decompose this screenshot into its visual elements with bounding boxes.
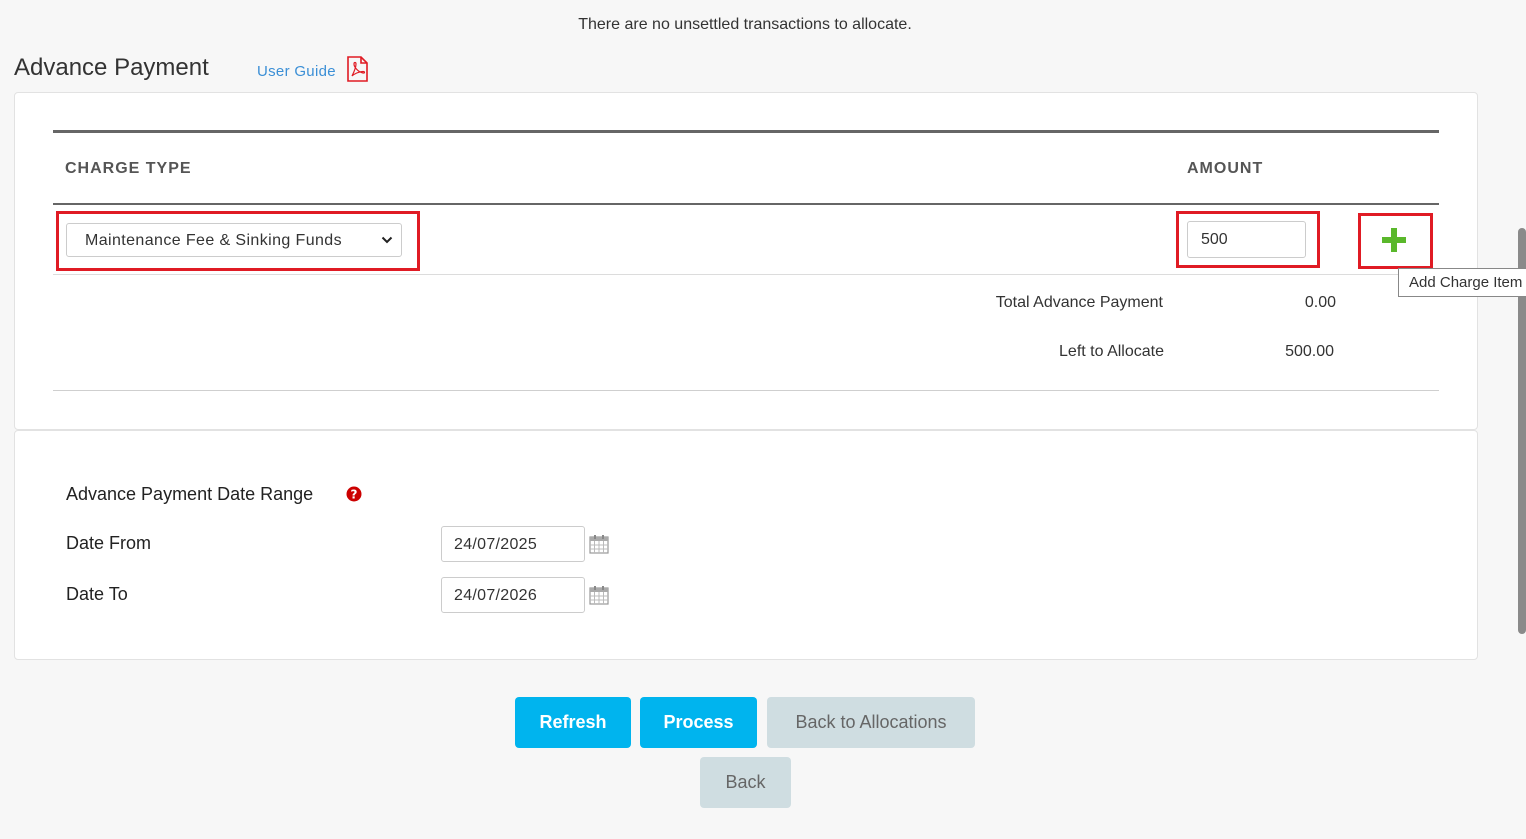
user-guide-link[interactable]: User Guide [257,63,336,80]
date-range-label: Advance Payment Date Range [66,484,314,504]
table-top-border [53,130,1439,133]
charge-type-select[interactable]: Maintenance Fee & Sinking Funds [66,223,402,257]
date-to-input[interactable]: 24/07/2026 [441,577,585,613]
row-divider [53,274,1439,275]
total-advance-payment-label: Total Advance Payment [995,294,1163,311]
back-to-allocations-button[interactable]: Back to Allocations [767,697,975,748]
no-transactions-notice: There are no unsettled transactions to a… [578,16,912,33]
amount-header: AMOUNT [1187,160,1264,177]
left-to-allocate-value: 500.00 [1285,343,1334,360]
add-charge-item-button[interactable] [1381,227,1407,253]
date-to-label: Date To [66,584,128,604]
page-title: Advance Payment [14,54,209,81]
date-from-input[interactable]: 24/07/2025 [441,526,585,562]
calendar-icon[interactable] [589,534,609,554]
help-icon[interactable]: ? [346,486,362,502]
total-advance-payment-value: 0.00 [1304,294,1336,311]
calendar-icon[interactable] [589,585,609,605]
process-button[interactable]: Process [640,697,757,748]
charge-items-panel: CHARGE TYPE AMOUNT Maintenance Fee & Sin… [14,92,1478,430]
date-range-panel: Advance Payment Date Range ? Date From 2… [14,430,1478,660]
table-bottom-border [53,390,1439,391]
pdf-icon[interactable] [345,56,369,82]
refresh-button[interactable]: Refresh [515,697,631,748]
svg-text:?: ? [351,488,358,502]
date-from-label: Date From [66,533,152,553]
table-header-border [53,203,1439,205]
charge-type-selected-value: Maintenance Fee & Sinking Funds [85,232,342,249]
back-button[interactable]: Back [700,757,791,808]
amount-input[interactable]: 500 [1187,221,1306,258]
charge-type-header: CHARGE TYPE [65,160,192,177]
add-charge-item-tooltip: Add Charge Item [1398,268,1526,297]
left-to-allocate-label: Left to Allocate [1059,343,1164,360]
chevron-down-icon [381,236,393,244]
